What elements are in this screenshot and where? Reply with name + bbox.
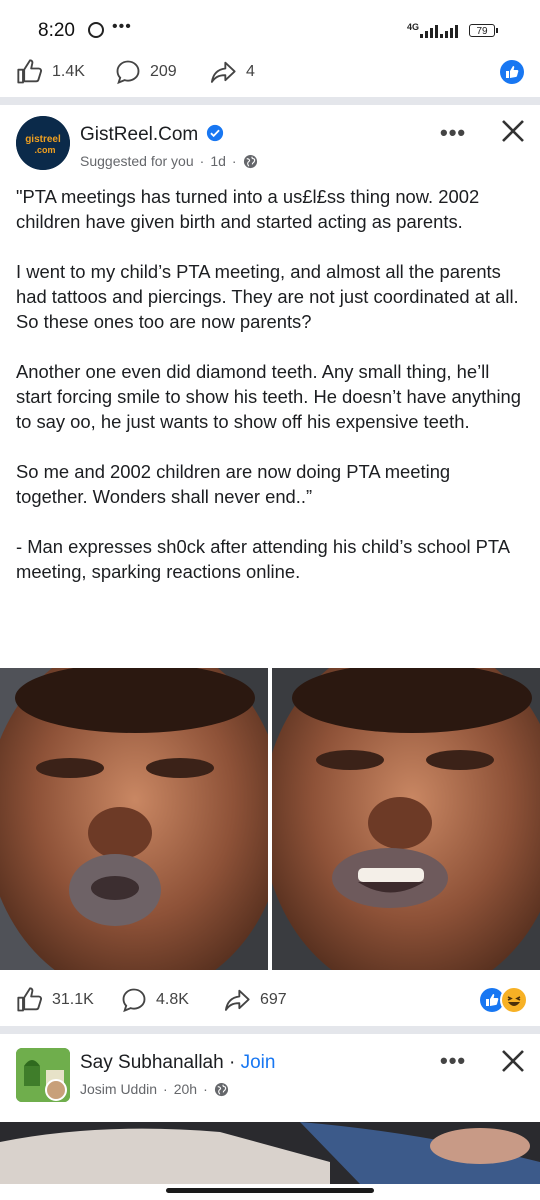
network-type: 4G (407, 22, 420, 32)
home-gesture-handle[interactable] (166, 1188, 374, 1193)
meta-separator-2: · (203, 1081, 208, 1097)
page-name-text[interactable]: GistReel.Com (80, 124, 198, 145)
status-time: 8:20 (38, 20, 75, 41)
signal-strength-icon-2 (440, 24, 470, 38)
share-count: 697 (260, 991, 287, 1008)
next-post-meta: Josim Uddin · 20h · (80, 1081, 229, 1097)
comment-count: 4.8K (156, 991, 189, 1008)
share-count: 4 (246, 63, 255, 80)
post-time: 20h (173, 1081, 198, 1097)
group-name[interactable]: Say Subhanallah (80, 1052, 224, 1073)
post-paragraph: Another one even did diamond teeth. Any … (16, 361, 521, 432)
post-paragraph: I went to my child’s PTA meeting, and al… (16, 261, 519, 332)
more-options-button[interactable]: ••• (440, 1048, 466, 1074)
whatsapp-notification-icon (88, 22, 104, 38)
like-icon (17, 987, 43, 1012)
post-time: 1d (210, 153, 226, 169)
group-title: Say Subhanallah · Join (80, 1052, 275, 1074)
share-button[interactable]: 697 (222, 980, 287, 1020)
post-header: gistreel .com GistReel.Com Suggested for… (0, 116, 540, 186)
status-bar: 8:20 ••• 4G 79 (0, 0, 540, 44)
battery-icon: 79 (469, 24, 498, 37)
next-post-image[interactable] (0, 1122, 540, 1184)
post-body: "PTA meetings has turned into a us£l£ss … (16, 184, 526, 609)
post-divider (0, 1026, 540, 1034)
haha-reaction-icon (500, 986, 528, 1014)
post-actions: 31.1K 4.8K 697 (0, 980, 540, 1020)
like-count: 1.4K (52, 63, 85, 80)
close-icon[interactable] (500, 1048, 526, 1074)
author-name[interactable]: Josim Uddin (80, 1081, 157, 1097)
globe-icon (243, 154, 257, 168)
meta-separator: · (199, 153, 205, 169)
like-icon (17, 59, 43, 84)
page-avatar[interactable]: gistreel .com (16, 116, 70, 170)
share-icon (224, 989, 250, 1011)
like-button[interactable]: 31.1K (16, 980, 94, 1020)
post-photo-left[interactable] (0, 668, 268, 970)
like-count: 31.1K (52, 991, 94, 1008)
share-icon (210, 61, 236, 83)
meta-separator-2: · (231, 153, 237, 169)
post-paragraph: - Man expresses sh0ck after attending hi… (16, 536, 510, 582)
close-icon[interactable] (500, 118, 526, 144)
avatar-logo-text: gistreel (25, 134, 61, 145)
like-button[interactable]: 1.4K (16, 52, 85, 92)
suggested-label: Suggested for you (80, 153, 194, 169)
page-name[interactable]: GistReel.Com (80, 124, 224, 146)
more-options-button[interactable]: ••• (440, 120, 466, 146)
share-button[interactable]: 4 (208, 52, 255, 92)
next-post-header: Say Subhanallah · Join Josim Uddin · 20h… (0, 1046, 540, 1116)
globe-icon (214, 1082, 228, 1096)
meta-separator: · (163, 1081, 168, 1097)
previous-post-actions: 1.4K 209 4 (0, 52, 540, 92)
post-paragraph: "PTA meetings has turned into a us£l£ss … (16, 186, 480, 232)
comment-button[interactable]: 209 (114, 52, 177, 92)
comment-count: 209 (150, 63, 177, 80)
post-photo-right[interactable] (272, 668, 540, 970)
post-meta: Suggested for you · 1d · (80, 153, 258, 169)
post-paragraph: So me and 2002 children are now doing PT… (16, 461, 451, 507)
join-button[interactable]: Join (241, 1052, 276, 1073)
group-avatar[interactable] (16, 1048, 70, 1102)
verified-badge-icon (206, 124, 223, 142)
svg-text:.com: .com (34, 145, 55, 155)
post-divider (0, 97, 540, 105)
more-notifications-icon: ••• (112, 18, 132, 35)
meta-separator: · (228, 1052, 241, 1073)
comment-icon (122, 988, 146, 1013)
comment-icon (116, 60, 140, 85)
like-reaction-icon (500, 60, 524, 84)
comment-button[interactable]: 4.8K (120, 980, 189, 1020)
